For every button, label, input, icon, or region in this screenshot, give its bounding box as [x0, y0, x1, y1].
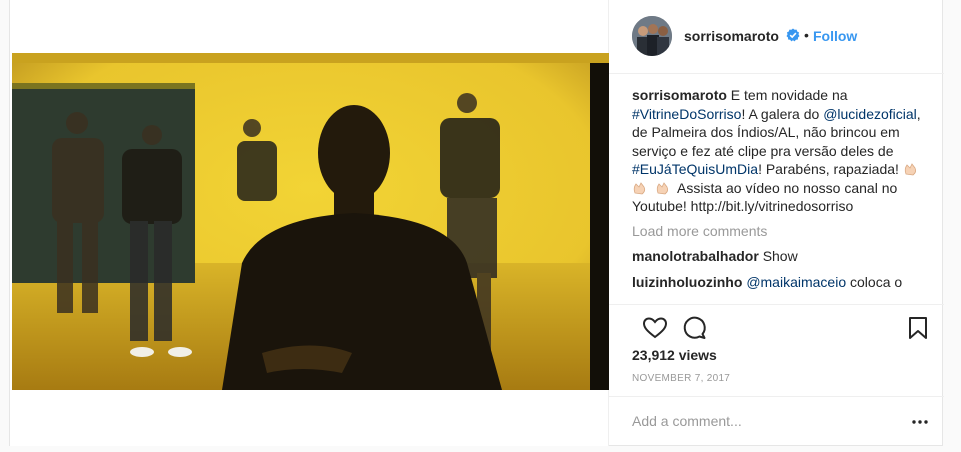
- caption-text: ! A galera do: [741, 105, 824, 122]
- post-details-panel: sorrisomaroto • Follow sorrisomaroto E t…: [609, 0, 944, 446]
- verified-badge-icon: [786, 28, 800, 42]
- hashtag-link[interactable]: #VitrineDoSorriso: [632, 106, 741, 122]
- avatar-image: [632, 16, 672, 56]
- caption-text: E tem novidade na: [726, 87, 848, 103]
- mention-link[interactable]: @maikaimaceio: [746, 274, 846, 290]
- post-media: [10, 0, 609, 446]
- clapping-hands-emoji-icon: [904, 163, 916, 176]
- view-count[interactable]: 23,912 views: [632, 347, 717, 363]
- post-card: sorrisomaroto • Follow sorrisomaroto E t…: [9, 0, 944, 446]
- comment-item: luizinholuozinho @maikaimaceio coloca o: [632, 273, 922, 292]
- video-player[interactable]: [12, 53, 609, 390]
- add-comment-bar: [609, 396, 944, 446]
- separator-dot: •: [804, 27, 809, 43]
- post-caption: sorrisomaroto E tem novidade na #Vitrine…: [632, 86, 922, 216]
- comments-list: sorrisomaroto E tem novidade na #Vitrine…: [632, 86, 922, 304]
- comment-username[interactable]: manolotrabalhador: [632, 248, 759, 264]
- header-username[interactable]: sorrisomaroto: [684, 28, 779, 44]
- comment-text: Show: [762, 248, 798, 264]
- more-options-icon[interactable]: [911, 415, 929, 429]
- comment-icon[interactable]: [681, 315, 707, 341]
- load-more-comments-button[interactable]: Load more comments: [632, 222, 922, 241]
- bookmark-icon[interactable]: [905, 315, 931, 341]
- caption-username[interactable]: sorrisomaroto: [632, 87, 727, 103]
- post-header: sorrisomaroto • Follow: [609, 0, 944, 74]
- comment-text: coloca o: [850, 273, 903, 290]
- add-comment-input[interactable]: [632, 411, 882, 431]
- clapping-hands-emoji-icon: [633, 181, 646, 194]
- heart-icon[interactable]: [642, 315, 668, 341]
- post-date[interactable]: NOVEMBER 7, 2017: [632, 373, 730, 384]
- video-frame: [12, 53, 609, 390]
- comment-item: manolotrabalhador Show: [632, 247, 922, 266]
- hashtag-link[interactable]: #EuJáTeQuisUmDia: [632, 161, 758, 177]
- comment-username[interactable]: luizinholuozinho: [632, 274, 742, 290]
- caption-text: ! Parabéns, rapaziada!: [758, 161, 903, 177]
- avatar[interactable]: [632, 16, 672, 56]
- post-actions: [609, 304, 944, 344]
- follow-button[interactable]: Follow: [813, 28, 857, 44]
- mention-link[interactable]: @lucidezoficial: [823, 106, 917, 122]
- clapping-hands-emoji-icon: [656, 181, 668, 194]
